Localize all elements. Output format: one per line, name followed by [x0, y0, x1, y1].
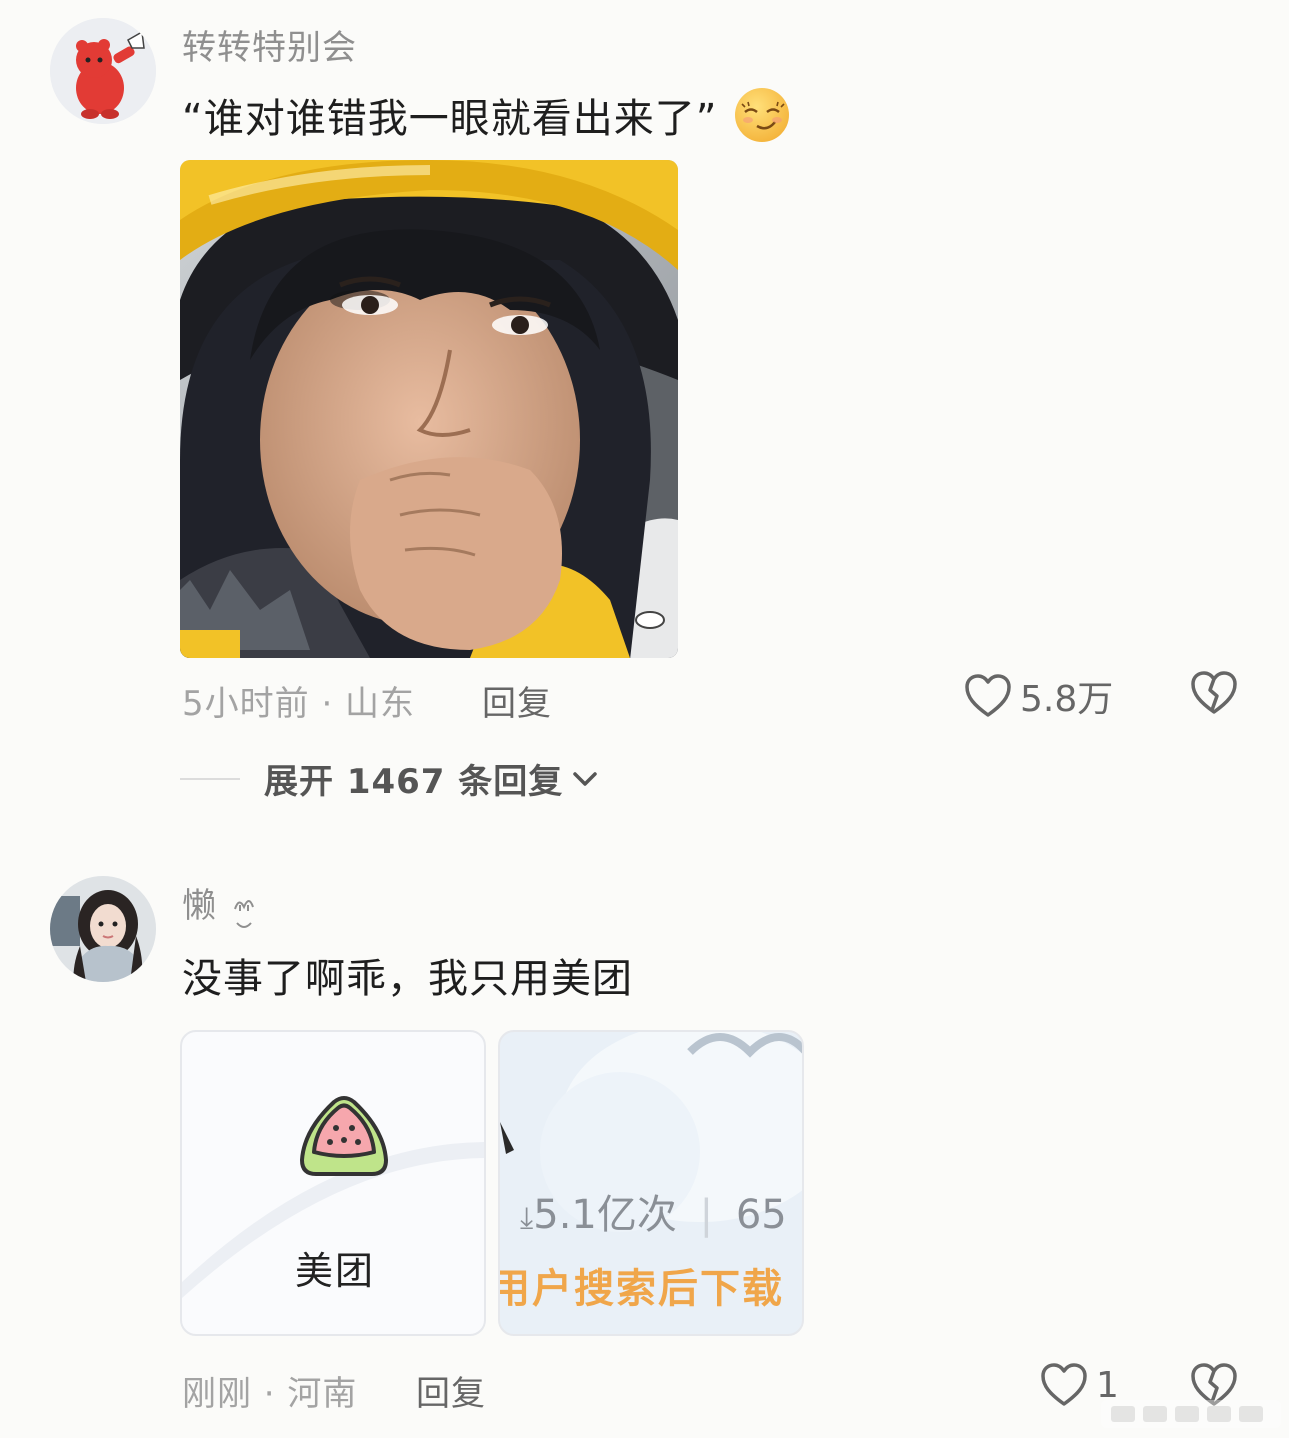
expand-replies[interactable]: 展开 1467 条回复 [180, 754, 599, 803]
comment-time-location: 刚刚 · 河南 [182, 1374, 358, 1414]
chevron-down-icon [573, 771, 598, 786]
girl-avatar-icon [50, 876, 156, 982]
divider [180, 777, 240, 780]
broken-heart-icon [1191, 671, 1237, 714]
expand-replies-label: 展开 1467 条回复 [264, 762, 564, 802]
reply-button[interactable]: 回复 [416, 1366, 486, 1415]
app-name: 美团 [294, 1249, 375, 1293]
like-count: 5.8万 [1020, 679, 1114, 720]
avatar[interactable] [50, 876, 156, 982]
username[interactable]: 转转特别会 [182, 20, 357, 69]
watermark-logo [1101, 1400, 1281, 1428]
doodle-face-icon [233, 900, 254, 928]
reply-button[interactable]: 回复 [482, 676, 552, 725]
username[interactable]: 懒 [182, 878, 259, 935]
separator: | [699, 1192, 714, 1238]
comment-photo[interactable] [180, 160, 678, 658]
comment-text: 没事了啊乖，我只用美团 [182, 956, 633, 1002]
comment-time-location: 5小时前 · 山东 [182, 684, 416, 724]
delivery-rider-photo [180, 160, 678, 658]
download-count: 5.1亿次 [533, 1192, 677, 1238]
download-stats: ⤓5.1亿次 | 65 [520, 1182, 787, 1240]
bear-avatar-icon [50, 18, 156, 124]
comment-feed: 转转特别会 “谁对谁错我一眼就看出来了” 5小时前 · 山东 回复 5.8万 展… [0, 0, 1289, 1438]
attachment-card-app[interactable]: 美团 [180, 1030, 486, 1336]
download-icon: ⤓ [520, 1201, 534, 1236]
dislike-button[interactable] [1190, 670, 1238, 720]
heart-icon [1041, 1363, 1087, 1406]
comment-text: “谁对谁错我一眼就看出来了” [182, 86, 791, 144]
avatar[interactable] [50, 18, 156, 124]
attachment-card-stats[interactable]: ⤓5.1亿次 | 65 用户搜索后下载 [498, 1030, 804, 1336]
like-button[interactable]: 5.8万 [964, 670, 1113, 722]
smirk-face-emoji-icon [735, 88, 790, 142]
download-banner: 用户搜索后下载 [498, 1266, 784, 1312]
heart-icon [965, 674, 1011, 717]
watermelon-icon [300, 1096, 388, 1176]
rating-partial: 65 [735, 1192, 787, 1238]
